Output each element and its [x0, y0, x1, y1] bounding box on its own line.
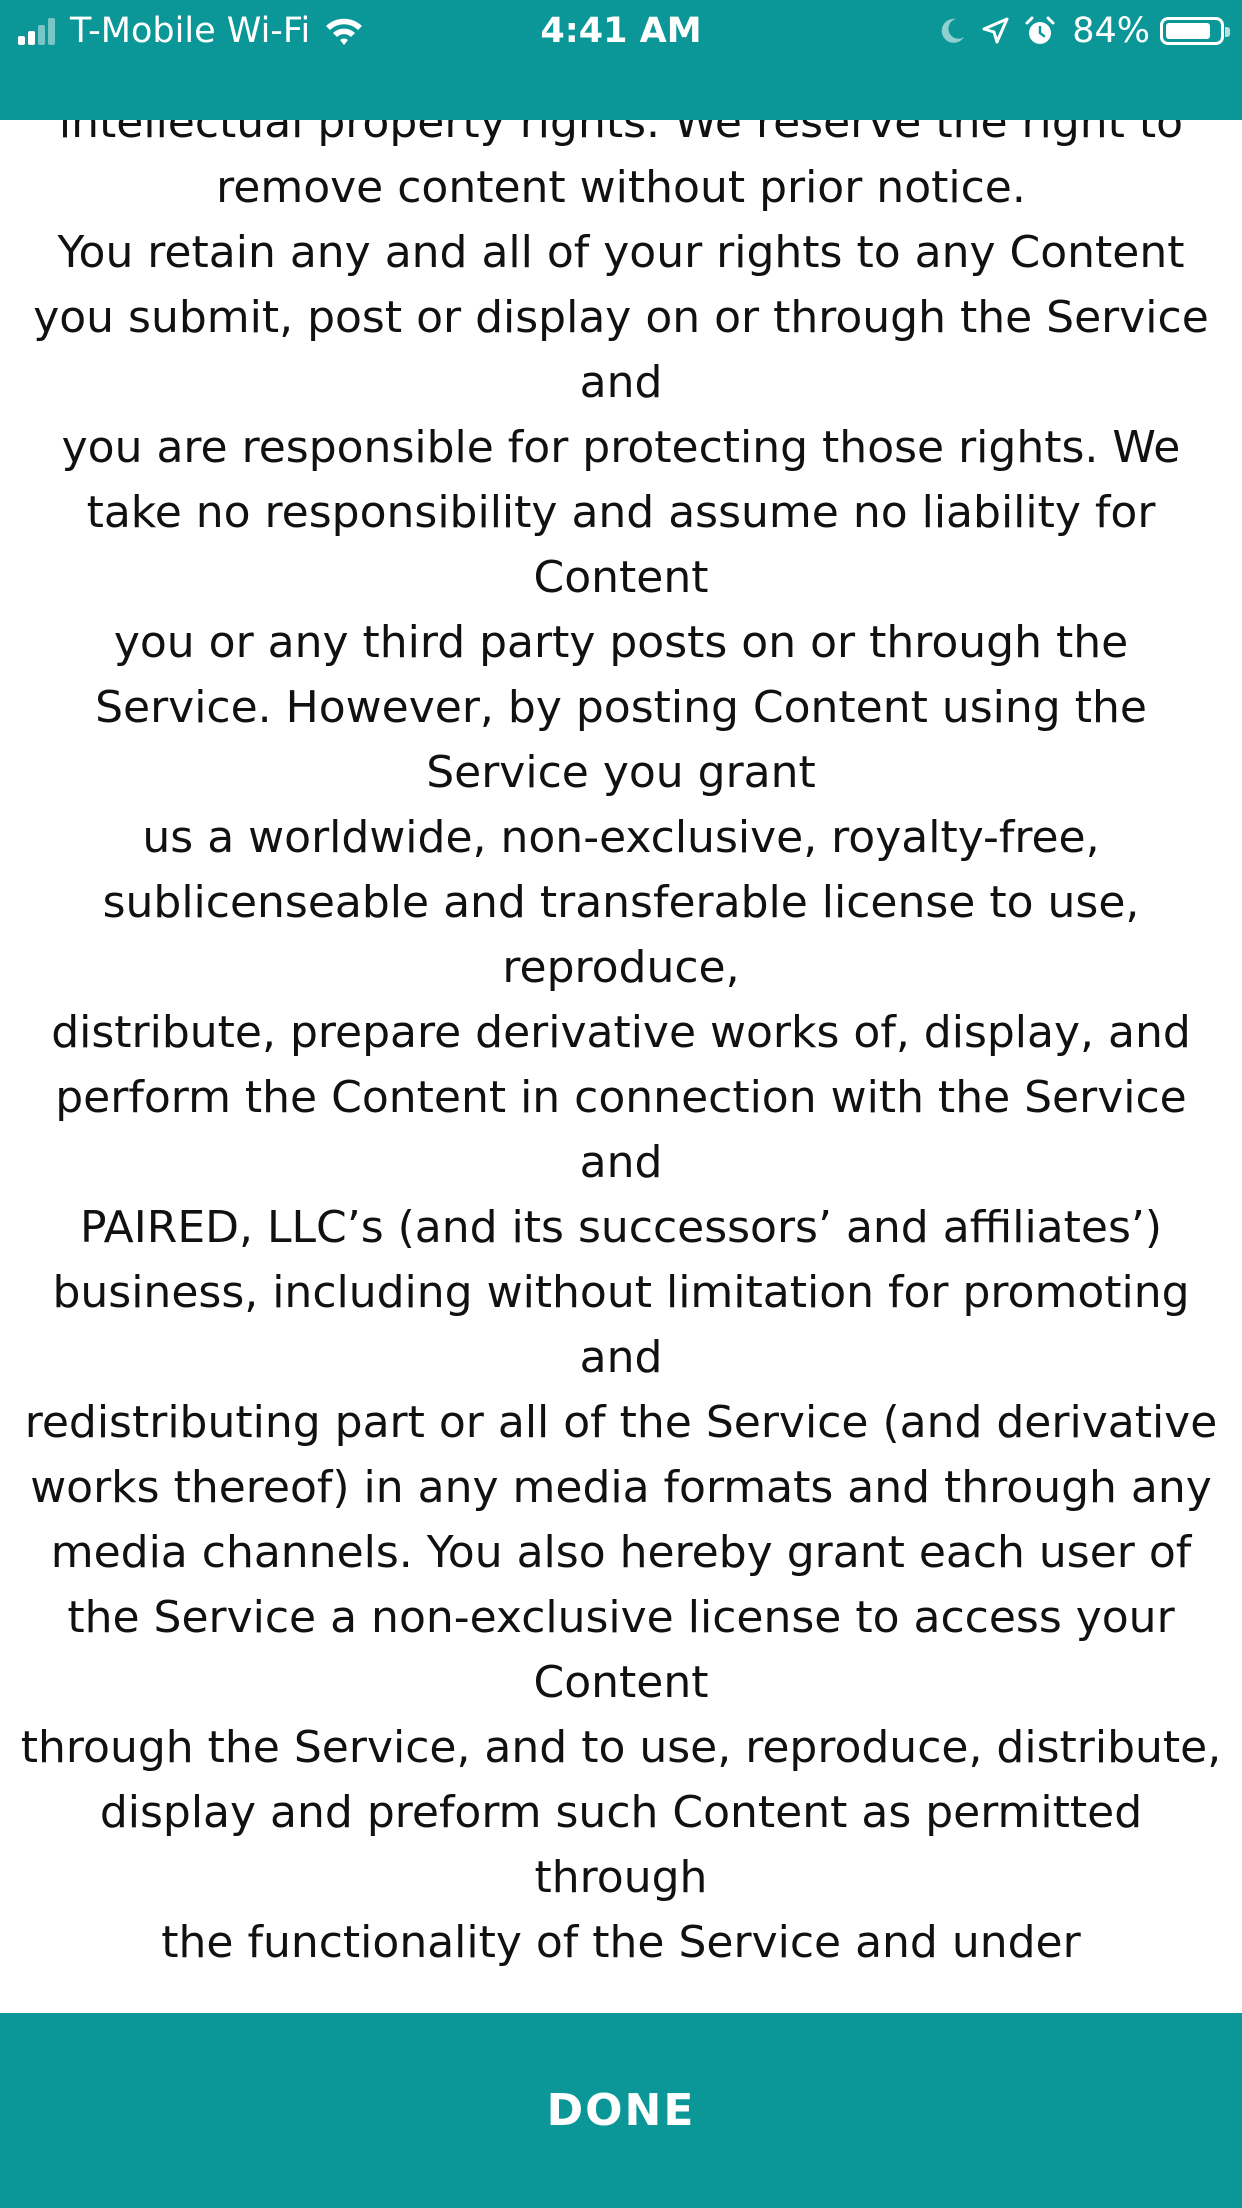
location-icon — [982, 17, 1009, 44]
battery-fill — [1166, 23, 1210, 39]
terms-text: intellectual property rights. We reserve… — [20, 120, 1222, 1968]
status-left: T-Mobile Wi-Fi — [18, 10, 364, 52]
carrier-label: T-Mobile Wi-Fi — [70, 11, 311, 51]
battery-percent: 84% — [1072, 11, 1150, 51]
terms-scroll-view[interactable]: intellectual property rights. We reserve… — [0, 120, 1242, 2013]
done-button[interactable]: DONE — [0, 2013, 1242, 2208]
alarm-icon — [1025, 16, 1055, 44]
status-time: 4:41 AM — [540, 11, 702, 51]
status-right: 84% — [924, 10, 1230, 52]
moon-icon — [941, 18, 965, 43]
battery-icon — [1160, 17, 1230, 45]
wifi-icon — [326, 18, 363, 45]
status-bar: T-Mobile Wi-Fi 4:41 AM 84% — [0, 0, 1242, 120]
signal-icon — [18, 17, 58, 45]
